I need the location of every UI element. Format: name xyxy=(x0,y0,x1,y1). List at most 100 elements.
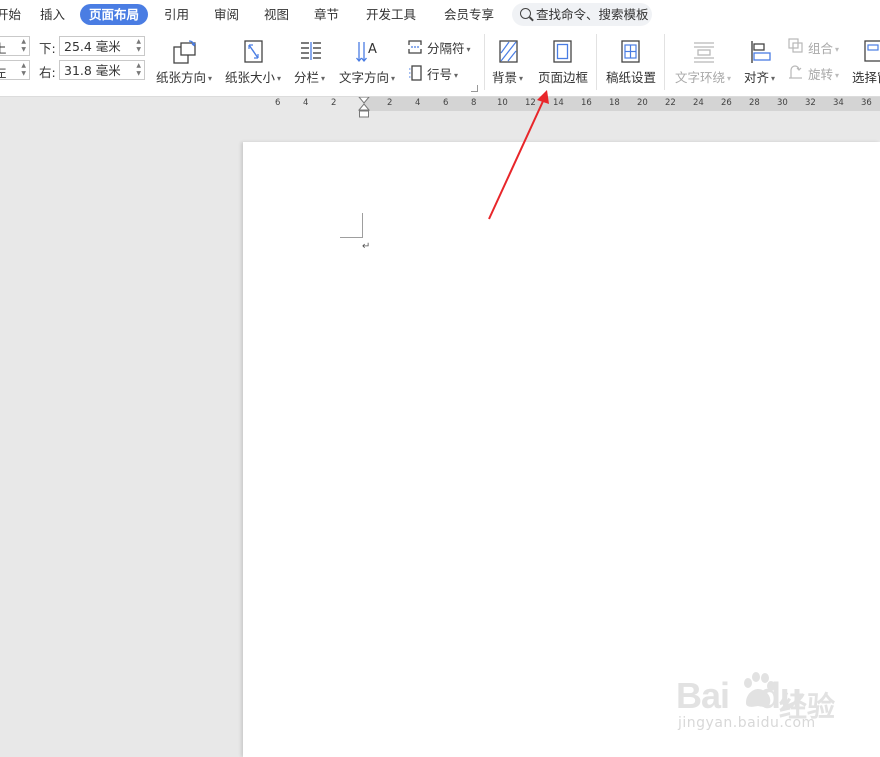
horizontal-ruler[interactable]: 6 4 2 2 4 6 8 10 12 14 16 18 20 22 24 26… xyxy=(240,97,880,118)
ruler-number: 22 xyxy=(665,98,676,108)
dropdown-caret-icon: ▾ xyxy=(727,74,732,83)
ruler-number: 16 xyxy=(581,98,592,108)
page-borders-icon xyxy=(553,40,572,63)
margin-corner-mark xyxy=(340,237,363,238)
tab-developer[interactable]: 开发工具 xyxy=(366,4,416,25)
selection-pane-icon xyxy=(864,40,880,62)
menu-bar: 开始 插入 页面布局 引用 审阅 视图 章节 开发工具 会员专享 查找命令、搜索… xyxy=(0,0,880,29)
manuscript-grid-icon xyxy=(621,40,640,63)
ruler-number: 10 xyxy=(497,98,508,108)
background-icon xyxy=(499,40,518,63)
dropdown-caret-icon: ▾ xyxy=(771,74,776,83)
align-objects-icon xyxy=(751,41,771,63)
watermark-brand-text: Bai xyxy=(676,675,730,716)
selection-pane-label: 选择窗 xyxy=(852,70,880,85)
ruler-number: 32 xyxy=(805,98,816,108)
align-button[interactable]: 对齐 ▾ xyxy=(744,37,780,87)
ruler-number: 6 xyxy=(443,98,449,108)
columns-label: 分栏 xyxy=(294,70,320,85)
indent-marker-icon[interactable] xyxy=(357,97,371,119)
dropdown-caret-icon: ▾ xyxy=(321,74,326,83)
ruler-number: 8 xyxy=(471,98,477,108)
dropdown-caret-icon: ▾ xyxy=(466,45,471,54)
tab-member[interactable]: 会员专享 xyxy=(444,4,494,25)
watermark-url: jingyan.baidu.com xyxy=(678,715,816,731)
tab-chapter[interactable]: 章节 xyxy=(314,4,339,25)
paper-size-label: 纸张大小 xyxy=(225,70,276,85)
ruler-number: 2 xyxy=(331,98,337,108)
spin-arrows-icon[interactable]: ▲ ▼ xyxy=(21,38,26,54)
search-icon xyxy=(520,8,531,19)
ruler-margin-area xyxy=(240,97,364,111)
bottom-margin-label: 下: xyxy=(39,41,56,56)
text-wrap-button[interactable]: 文字环绕 ▾ xyxy=(675,37,735,87)
paw-logo-icon xyxy=(744,672,775,707)
align-label: 对齐 xyxy=(744,70,770,85)
text-direction-button[interactable]: A 文字方向 ▾ xyxy=(339,37,397,87)
tab-references[interactable]: 引用 xyxy=(164,4,189,25)
page-break-icon xyxy=(408,40,422,54)
background-button[interactable]: 背景 ▾ xyxy=(492,37,528,87)
bottom-margin-input[interactable]: 25.4 毫米 ▲ ▼ xyxy=(59,36,145,56)
orientation-button[interactable]: 纸张方向 ▾ xyxy=(156,37,214,87)
page-setup-launcher-icon[interactable] xyxy=(471,85,478,92)
ruler-number: 14 xyxy=(553,98,564,108)
ruler-number: 6 xyxy=(275,98,281,108)
columns-button[interactable]: 分栏 ▾ xyxy=(294,37,330,87)
ruler-number: 4 xyxy=(415,98,421,108)
page-borders-button[interactable]: 页面边框 xyxy=(537,37,589,87)
tab-review[interactable]: 审阅 xyxy=(214,4,239,25)
dropdown-caret-icon: ▾ xyxy=(835,71,840,80)
paragraph-mark: ↵ xyxy=(362,241,371,252)
rotate-icon xyxy=(789,65,802,79)
manuscript-settings-button[interactable]: 稿纸设置 xyxy=(605,37,657,87)
ruler-number: 2 xyxy=(387,98,393,108)
page-orientation-icon xyxy=(173,40,196,64)
ruler-number: 28 xyxy=(749,98,760,108)
tab-view[interactable]: 视图 xyxy=(264,4,289,25)
group-objects-icon xyxy=(788,38,803,53)
ribbon-separator xyxy=(664,34,665,90)
text-wrap-icon xyxy=(694,42,714,63)
dropdown-caret-icon: ▾ xyxy=(835,45,840,54)
spin-arrows-icon[interactable]: ▲ ▼ xyxy=(21,62,26,78)
command-search-box[interactable]: 查找命令、搜索模板 xyxy=(512,3,652,26)
right-margin-label: 右: xyxy=(39,65,56,80)
ruler-number: 18 xyxy=(609,98,620,108)
breaks-label: 分隔符 xyxy=(427,41,465,56)
margin-corner-mark xyxy=(362,213,363,237)
ribbon-toolbar: ▲ ▼ ▲ ▼ 上 左 下: 25.4 毫米 ▲ ▼ 右: 31.8 毫米 ▲ ▼ 纸张… xyxy=(0,29,880,97)
ruler-number: 4 xyxy=(303,98,309,108)
ruler-number: 36 xyxy=(861,98,872,108)
paper-size-button[interactable]: 纸张大小 ▾ xyxy=(225,37,283,87)
ruler-number: 24 xyxy=(693,98,704,108)
dropdown-caret-icon: ▾ xyxy=(519,74,524,83)
rotate-label: 旋转 xyxy=(808,67,834,82)
bottom-margin-value: 25.4 毫米 xyxy=(64,39,121,54)
right-margin-input[interactable]: 31.8 毫米 ▲ ▼ xyxy=(59,60,145,80)
dropdown-caret-icon: ▾ xyxy=(454,71,459,80)
tab-page-layout[interactable]: 页面布局 xyxy=(80,4,149,25)
spin-arrows-icon[interactable]: ▲ ▼ xyxy=(136,38,141,54)
svg-text:A: A xyxy=(368,42,377,57)
ribbon-separator xyxy=(484,34,485,90)
manuscript-settings-label: 稿纸设置 xyxy=(606,70,657,85)
spin-arrows-icon[interactable]: ▲ ▼ xyxy=(136,62,141,78)
top-margin-label-fragment: 上 xyxy=(0,41,7,56)
line-numbers-label: 行号 xyxy=(427,67,453,82)
selection-pane-button[interactable]: 选择窗 xyxy=(851,37,880,87)
tab-home[interactable]: 开始 xyxy=(0,4,21,25)
text-direction-icon: A xyxy=(356,42,377,63)
right-margin-value: 31.8 毫米 xyxy=(64,63,121,78)
page-borders-label: 页面边框 xyxy=(538,70,589,85)
text-wrap-label: 文字环绕 xyxy=(675,70,726,85)
dropdown-caret-icon: ▾ xyxy=(208,74,213,83)
ruler-number: 20 xyxy=(637,98,648,108)
ruler-number: 12 xyxy=(525,98,536,108)
group-label: 组合 xyxy=(808,41,834,56)
text-direction-label: 文字方向 xyxy=(339,70,390,85)
line-numbers-icon xyxy=(409,65,422,81)
tab-insert[interactable]: 插入 xyxy=(40,4,65,25)
left-margin-label-fragment: 左 xyxy=(0,65,7,80)
paper-size-icon xyxy=(244,40,263,63)
